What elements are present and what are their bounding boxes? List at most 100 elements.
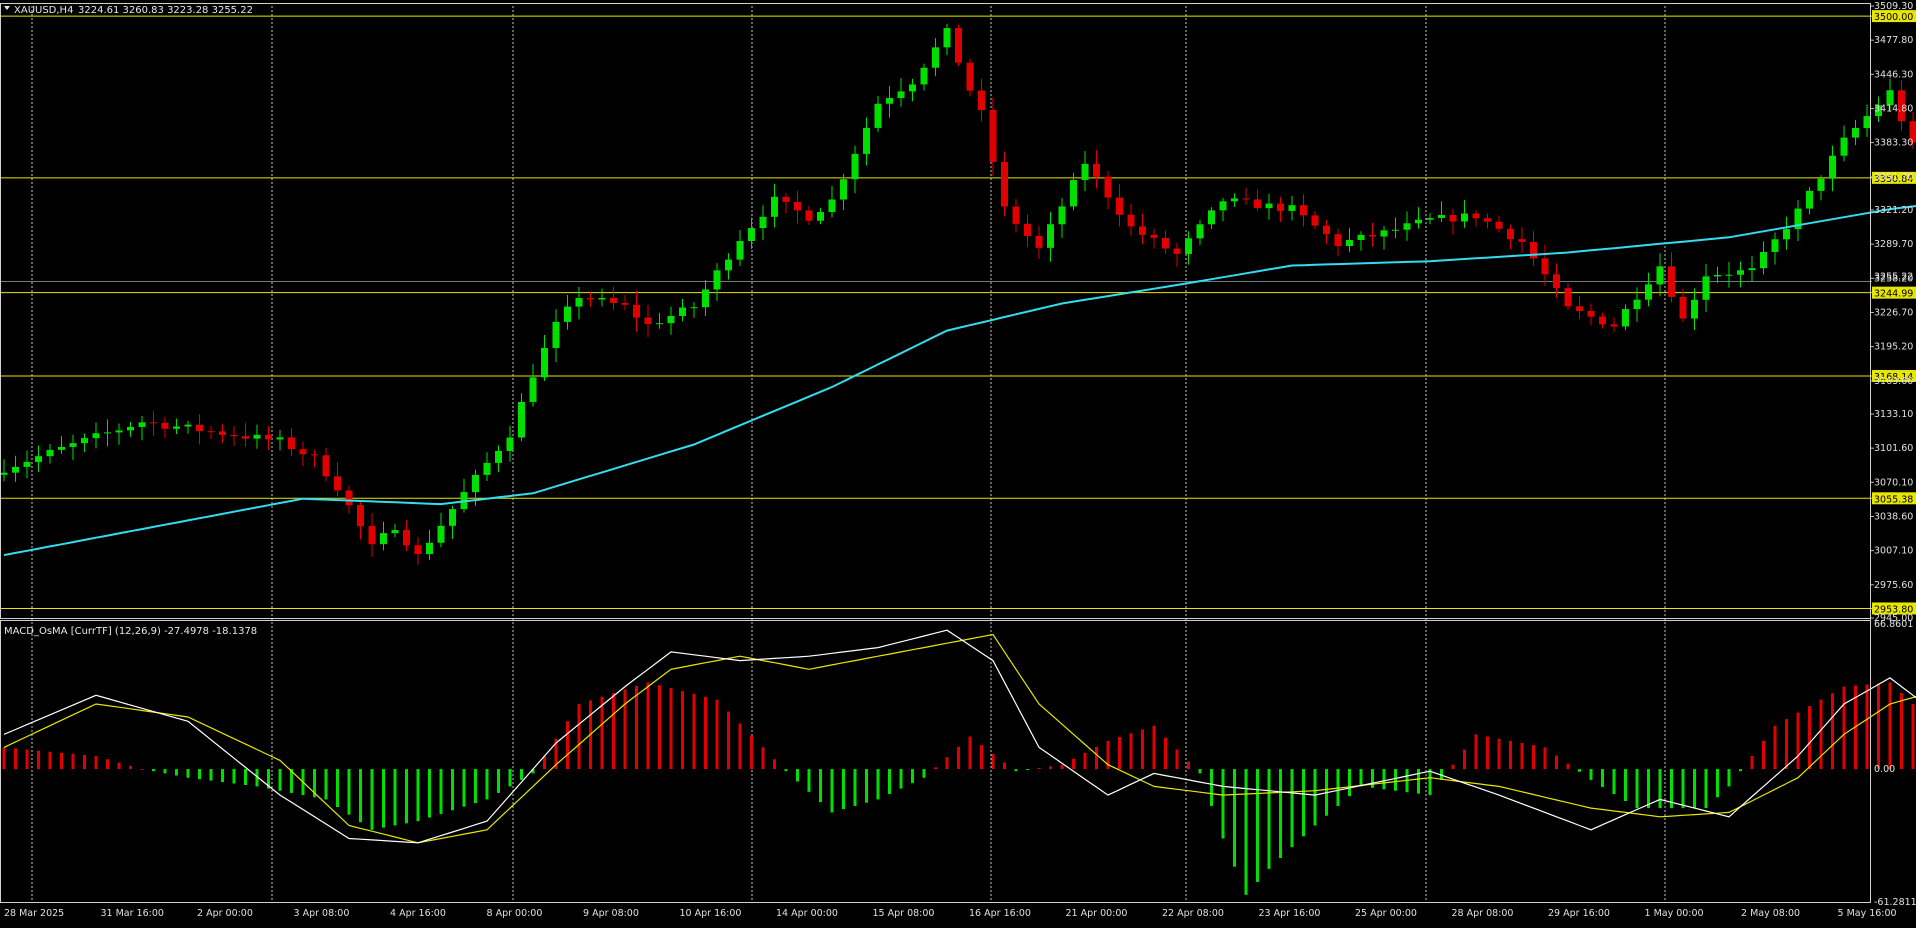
candle-body[interactable]: [380, 533, 387, 545]
candle-body[interactable]: [1783, 229, 1790, 240]
candle-body[interactable]: [920, 67, 928, 85]
candle-body[interactable]: [242, 436, 249, 439]
candle-body[interactable]: [299, 449, 307, 455]
candle-body[interactable]: [932, 47, 939, 68]
candle-body[interactable]: [1104, 176, 1112, 198]
candle-body[interactable]: [23, 461, 31, 467]
trading-chart[interactable]: 3500.003350.843244.993168.143055.382953.…: [0, 0, 1916, 928]
candle-body[interactable]: [253, 434, 261, 439]
candle-body[interactable]: [1150, 234, 1158, 238]
candle-body[interactable]: [69, 443, 77, 447]
candle-body[interactable]: [46, 449, 54, 457]
candle-body[interactable]: [1507, 228, 1514, 240]
candle-body[interactable]: [265, 434, 272, 440]
candle-body[interactable]: [1277, 203, 1284, 211]
candle-body[interactable]: [1369, 234, 1376, 237]
candle-body[interactable]: [196, 424, 203, 432]
candle-body[interactable]: [541, 347, 548, 378]
candle-body[interactable]: [1576, 306, 1583, 312]
candle-body[interactable]: [529, 377, 537, 402]
candle-body[interactable]: [1817, 178, 1825, 191]
candle-body[interactable]: [1852, 128, 1859, 138]
candle-body[interactable]: [35, 456, 42, 462]
candle-body[interactable]: [1541, 258, 1549, 275]
candle-body[interactable]: [690, 307, 698, 309]
candle-body[interactable]: [506, 437, 514, 451]
candle-body[interactable]: [1714, 274, 1721, 277]
candle-body[interactable]: [81, 438, 88, 444]
candle-body[interactable]: [334, 476, 341, 491]
candle-body[interactable]: [1024, 223, 1031, 236]
candle-body[interactable]: [1461, 213, 1468, 222]
candle-body[interactable]: [1829, 155, 1836, 179]
candle-body[interactable]: [483, 462, 491, 475]
candle-body[interactable]: [713, 270, 721, 290]
candle-body[interactable]: [828, 199, 836, 212]
candle-body[interactable]: [1472, 213, 1480, 219]
candle-body[interactable]: [644, 317, 652, 325]
candle-body[interactable]: [1633, 299, 1641, 310]
candle-body[interactable]: [886, 97, 893, 104]
candle-body[interactable]: [1334, 234, 1342, 246]
candle-body[interactable]: [219, 431, 226, 435]
candle-body[interactable]: [1196, 224, 1204, 239]
candle-body[interactable]: [1530, 241, 1537, 259]
candle-body[interactable]: [288, 437, 295, 450]
candle-body[interactable]: [1495, 221, 1503, 229]
candle-body[interactable]: [184, 424, 192, 427]
candle-body[interactable]: [863, 127, 870, 154]
candle-body[interactable]: [92, 433, 100, 439]
candle-body[interactable]: [679, 307, 686, 316]
candle-body[interactable]: [943, 28, 951, 48]
candle-body[interactable]: [1380, 230, 1388, 237]
candle-body[interactable]: [656, 323, 663, 325]
candle-body[interactable]: [1058, 206, 1066, 225]
candle-body[interactable]: [667, 315, 675, 324]
candle-body[interactable]: [150, 422, 157, 424]
candle-body[interactable]: [1139, 226, 1146, 235]
candle-body[interactable]: [1806, 190, 1813, 209]
candle-body[interactable]: [58, 446, 65, 450]
candle-body[interactable]: [978, 90, 985, 111]
candle-body[interactable]: [12, 466, 19, 473]
candle-body[interactable]: [1300, 205, 1307, 216]
candle-body[interactable]: [518, 401, 525, 438]
candle-body[interactable]: [874, 103, 882, 128]
candle-body[interactable]: [1242, 198, 1250, 200]
candle-body[interactable]: [230, 434, 238, 437]
candle-body[interactable]: [1748, 268, 1756, 271]
candle-body[interactable]: [357, 505, 364, 527]
candle-body[interactable]: [966, 62, 974, 91]
candle-body[interactable]: [207, 431, 215, 433]
candle-body[interactable]: [771, 196, 778, 217]
candle-body[interactable]: [897, 91, 905, 98]
candle-body[interactable]: [851, 153, 859, 180]
candle-body[interactable]: [552, 321, 560, 348]
candle-body[interactable]: [1668, 266, 1675, 297]
candle-body[interactable]: [1323, 225, 1330, 235]
candle-body[interactable]: [1691, 299, 1698, 319]
candle-body[interactable]: [817, 211, 824, 221]
candle-body[interactable]: [702, 289, 709, 308]
candle-body[interactable]: [1265, 203, 1273, 209]
candle-body[interactable]: [736, 240, 744, 260]
candle-body[interactable]: [909, 84, 916, 92]
candle-body[interactable]: [1771, 239, 1779, 252]
candle-body[interactable]: [0, 472, 8, 475]
candle-body[interactable]: [782, 196, 790, 202]
candle-body[interactable]: [115, 430, 123, 433]
candle-body[interactable]: [1070, 180, 1077, 207]
candle-body[interactable]: [1840, 137, 1848, 156]
candle-body[interactable]: [391, 530, 399, 534]
candle-body[interactable]: [1001, 161, 1008, 207]
candle-body[interactable]: [104, 432, 111, 434]
candle-body[interactable]: [1438, 215, 1445, 219]
candle-body[interactable]: [805, 210, 813, 221]
candle-body[interactable]: [1093, 163, 1100, 177]
candle-body[interactable]: [1760, 251, 1767, 269]
candle-body[interactable]: [575, 298, 583, 307]
candle-body[interactable]: [989, 110, 997, 162]
candle-body[interactable]: [1173, 248, 1181, 254]
candle-body[interactable]: [1645, 284, 1652, 300]
candle-body[interactable]: [1116, 197, 1123, 215]
